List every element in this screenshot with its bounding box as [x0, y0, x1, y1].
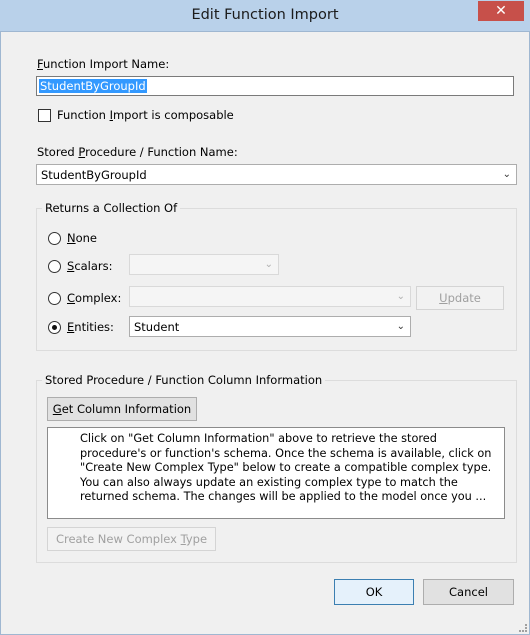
resize-grip-icon[interactable] — [519, 624, 527, 632]
stored-procedure-label: Stored Procedure / Function Name: — [37, 145, 238, 159]
title-bar: Edit Function Import ✕ — [0, 0, 530, 32]
column-info-message: Click on "Get Column Information" above … — [47, 427, 505, 519]
column-info-group-title: Stored Procedure / Function Column Infor… — [42, 373, 326, 387]
radio-none[interactable] — [48, 232, 61, 245]
close-icon: ✕ — [495, 3, 507, 19]
ok-button[interactable]: OK — [334, 579, 414, 605]
create-new-complex-type-button[interactable]: Create New Complex Type — [47, 527, 216, 551]
window-title: Edit Function Import — [191, 7, 339, 23]
entities-value: Student — [134, 320, 180, 334]
radio-scalars[interactable] — [48, 260, 61, 273]
returns-group-title: Returns a Collection Of — [42, 201, 181, 215]
radio-entities-label: Entities: — [67, 320, 114, 334]
chevron-down-icon: ⌄ — [396, 321, 405, 332]
stored-procedure-value: StudentByGroupId — [41, 168, 147, 182]
scalars-select[interactable]: ⌄ — [129, 254, 279, 275]
chevron-down-icon: ⌄ — [502, 169, 511, 180]
get-column-information-button[interactable]: Get Column Information — [47, 397, 197, 421]
function-import-name-value: StudentByGroupId — [39, 79, 147, 93]
radio-scalars-label: Scalars: — [67, 259, 113, 273]
stored-procedure-select[interactable]: StudentByGroupId ⌄ — [36, 164, 517, 185]
radio-none-label: None — [67, 231, 98, 245]
cancel-button[interactable]: Cancel — [423, 579, 514, 605]
composable-label: Function Import is composable — [57, 108, 234, 122]
chevron-down-icon: ⌄ — [264, 259, 273, 270]
radio-complex[interactable] — [48, 292, 61, 305]
function-import-name-input[interactable]: StudentByGroupId — [36, 76, 514, 96]
update-button[interactable]: Update — [416, 286, 504, 310]
chevron-down-icon: ⌄ — [396, 291, 405, 302]
composable-checkbox[interactable] — [38, 109, 51, 122]
radio-complex-label: Complex: — [67, 291, 122, 305]
radio-entities[interactable] — [48, 321, 61, 334]
complex-select[interactable]: ⌄ — [129, 286, 411, 307]
entities-select[interactable]: Student ⌄ — [129, 316, 411, 337]
function-import-name-label: Function Import Name: — [37, 57, 170, 71]
radio-selected-dot — [52, 325, 57, 330]
close-button[interactable]: ✕ — [478, 1, 524, 21]
